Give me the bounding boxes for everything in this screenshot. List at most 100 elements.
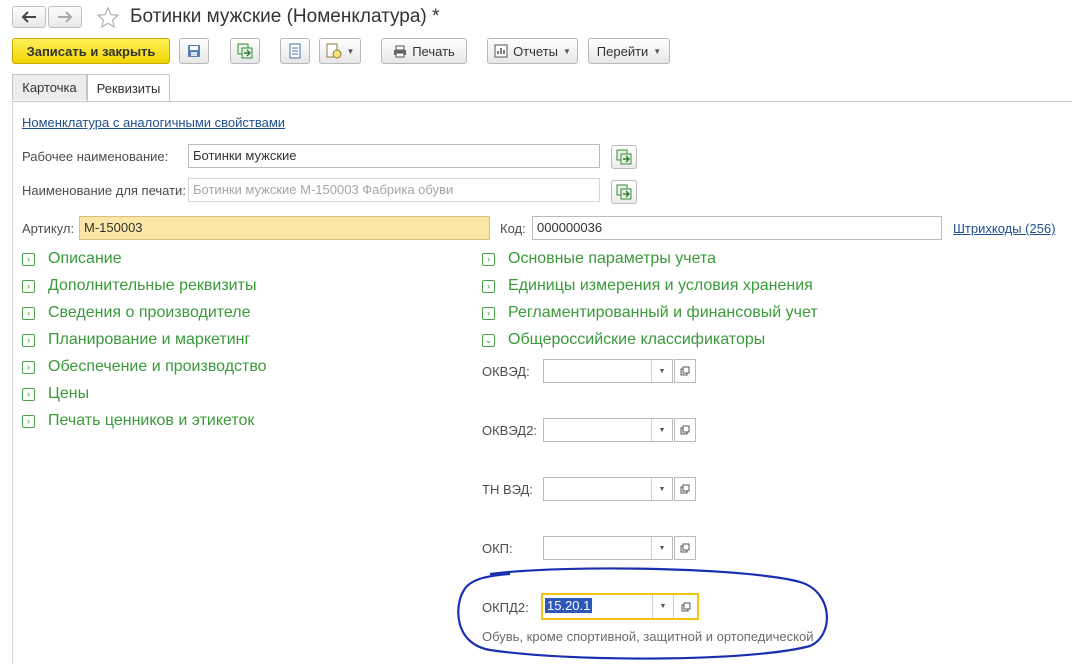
work-name-label: Рабочее наименование: — [22, 149, 169, 164]
code-label: Код: — [500, 221, 526, 236]
okp-open-button[interactable] — [674, 536, 696, 560]
content-border — [12, 101, 13, 664]
chevron-down-icon: ▼ — [563, 46, 571, 56]
chevron-down-icon: ▼ — [653, 46, 662, 56]
forward-button[interactable] — [48, 6, 82, 28]
group-main-accounting-params[interactable]: › Основные параметры учета — [482, 250, 716, 268]
reports-label: Отчеты — [513, 43, 558, 59]
group-label: Печать ценников и этикеток — [48, 412, 255, 429]
tab-card[interactable]: Карточка — [12, 74, 87, 100]
print-name-label: Наименование для печати: — [22, 183, 186, 198]
print-button[interactable]: Печать — [381, 38, 467, 64]
list-button[interactable] — [280, 38, 310, 64]
chevron-right-icon: › — [482, 306, 495, 320]
group-label: Единицы измерения и условия хранения — [508, 277, 813, 294]
work-name-action-button[interactable] — [611, 145, 637, 169]
goto-button[interactable]: Перейти ▼ — [588, 38, 670, 64]
group-regulated-financial[interactable]: › Регламентированный и финансовый учет — [482, 304, 818, 322]
chevron-right-icon: › — [22, 333, 35, 347]
save-and-close-button[interactable]: Записать и закрыть — [12, 38, 170, 64]
okved2-open-button[interactable] — [674, 418, 696, 442]
create-based-on-button[interactable]: ▼ — [319, 38, 361, 64]
back-button[interactable] — [12, 6, 46, 28]
open-window-icon — [680, 366, 690, 376]
floppy-disk-icon — [188, 45, 200, 57]
okp-label: ОКП: — [482, 541, 513, 556]
group-prices[interactable]: › Цены — [22, 385, 89, 403]
open-window-icon — [680, 543, 690, 553]
group-label: Общероссийские классификаторы — [508, 331, 766, 348]
okved2-label: ОКВЭД2: — [482, 423, 537, 438]
chevron-right-icon: › — [22, 360, 35, 374]
group-label: Сведения о производителе — [48, 304, 251, 321]
dropdown-arrow-icon[interactable]: ▼ — [651, 360, 672, 382]
group-label: Цены — [48, 385, 90, 402]
post-button[interactable] — [230, 38, 260, 64]
copy-document-icon — [237, 43, 253, 59]
code-input[interactable]: 000000036 — [532, 216, 942, 240]
arrow-right-icon — [58, 11, 73, 23]
okved-label: ОКВЭД: — [482, 364, 530, 379]
save-and-close-label: Записать и закрыть — [26, 43, 156, 59]
okved-open-button[interactable] — [674, 359, 696, 383]
chevron-right-icon: › — [482, 252, 495, 266]
group-additional-requisites[interactable]: › Дополнительные реквизиты — [22, 277, 256, 295]
okved2-select[interactable]: ▼ — [543, 418, 673, 442]
group-planning-marketing[interactable]: › Планирование и маркетинг — [22, 331, 250, 349]
chevron-right-icon: › — [22, 414, 35, 428]
annotation-ellipse — [457, 567, 829, 660]
okp-select[interactable]: ▼ — [543, 536, 673, 560]
chevron-right-icon: › — [22, 387, 35, 401]
goto-label: Перейти — [596, 43, 649, 59]
save-button[interactable] — [179, 38, 209, 64]
tnved-select[interactable]: ▼ — [543, 477, 673, 501]
dropdown-arrow-icon[interactable]: ▼ — [651, 478, 672, 500]
group-label: Регламентированный и финансовый учет — [508, 304, 818, 321]
group-label: Основные параметры учета — [508, 250, 717, 267]
document-list-icon — [289, 43, 301, 59]
group-description[interactable]: › Описание — [22, 250, 122, 268]
dropdown-arrow-icon[interactable]: ▼ — [651, 419, 672, 441]
group-units-storage[interactable]: › Единицы измерения и условия хранения — [482, 277, 813, 295]
group-manufacturer-info[interactable]: › Сведения о производителе — [22, 304, 251, 322]
print-label: Печать — [412, 43, 455, 59]
tab-divider — [12, 101, 1072, 102]
group-label: Обеспечение и производство — [48, 358, 267, 375]
similar-items-link[interactable]: Номенклатура с аналогичными свойствами — [22, 115, 285, 130]
chevron-right-icon: › — [22, 306, 35, 320]
open-window-icon — [680, 484, 690, 494]
chevron-down-icon: ▼ — [346, 46, 355, 56]
tab-card-label: Карточка — [22, 80, 77, 95]
copy-document-icon — [616, 184, 632, 200]
arrow-left-icon — [21, 11, 36, 23]
barcodes-link[interactable]: Штрихкоды (256) — [953, 221, 1056, 236]
article-label: Артикул: — [22, 221, 75, 236]
okved-select[interactable]: ▼ — [543, 359, 673, 383]
group-price-tags-labels[interactable]: › Печать ценников и этикеток — [22, 412, 254, 430]
group-label: Планирование и маркетинг — [48, 331, 251, 348]
copy-document-icon — [616, 149, 632, 165]
tab-requisites[interactable]: Реквизиты — [87, 74, 170, 102]
article-input[interactable]: М-150003 — [79, 216, 490, 240]
group-classifiers[interactable]: ⌄ Общероссийские классификаторы — [482, 331, 765, 349]
work-name-input[interactable]: Ботинки мужские — [188, 144, 600, 168]
reports-button[interactable]: Отчеты ▼ — [487, 38, 578, 64]
favorite-star-icon[interactable] — [96, 6, 120, 33]
chevron-right-icon: › — [22, 279, 35, 293]
printer-icon — [394, 45, 407, 57]
tnved-open-button[interactable] — [674, 477, 696, 501]
tab-requisites-label: Реквизиты — [96, 81, 161, 96]
group-label: Описание — [48, 250, 122, 267]
dropdown-arrow-icon[interactable]: ▼ — [651, 537, 672, 559]
print-name-input[interactable]: Ботинки мужские М-150003 Фабрика обуви — [188, 178, 600, 202]
print-name-action-button[interactable] — [611, 180, 637, 204]
report-icon — [494, 44, 508, 58]
tnved-label: ТН ВЭД: — [482, 482, 533, 497]
open-window-icon — [680, 425, 690, 435]
chevron-down-icon: ⌄ — [482, 333, 495, 347]
chevron-right-icon: › — [22, 252, 35, 266]
chevron-right-icon: › — [482, 279, 495, 293]
window-title: Ботинки мужские (Номенклатура) * — [130, 6, 440, 27]
group-supply-production[interactable]: › Обеспечение и производство — [22, 358, 267, 376]
group-label: Дополнительные реквизиты — [48, 277, 257, 294]
